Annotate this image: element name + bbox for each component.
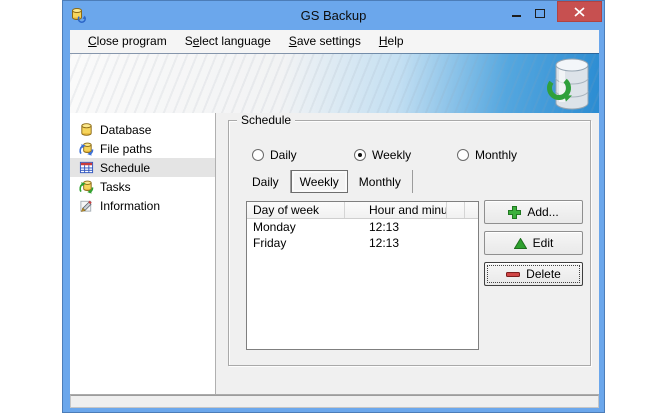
minus-icon: [506, 272, 520, 277]
table-row[interactable]: Friday 12:13: [247, 235, 478, 251]
column-header-filler: [465, 202, 478, 218]
button-label: Edit: [533, 236, 554, 250]
cell-day: Friday: [247, 236, 345, 250]
button-label: Delete: [526, 267, 561, 281]
app-window: GS Backup Close program Select language …: [62, 0, 605, 413]
sidebar-item-database[interactable]: Database: [70, 120, 215, 139]
triangle-up-icon: [514, 238, 527, 249]
edit-button[interactable]: Edit: [484, 231, 583, 255]
minimize-icon: [512, 15, 521, 17]
tab-monthly[interactable]: Monthly: [348, 170, 413, 193]
cell-time: 12:13: [345, 220, 447, 234]
tab-daily[interactable]: Daily: [241, 170, 291, 193]
close-button[interactable]: [557, 1, 602, 22]
column-header-hour-and-minute[interactable]: Hour and minute: [345, 202, 447, 218]
tasks-icon: [79, 179, 94, 194]
status-bar: [70, 395, 599, 408]
cell-time: 12:13: [345, 236, 447, 250]
window-controls: [504, 1, 602, 23]
tab-weekly[interactable]: Weekly: [291, 170, 348, 193]
table-row[interactable]: Monday 12:13: [247, 219, 478, 235]
cell-day: Monday: [247, 220, 345, 234]
button-label: Add...: [527, 205, 558, 219]
menu-item-select-language[interactable]: Select language: [176, 32, 280, 51]
radio-monthly[interactable]: Monthly: [457, 148, 517, 162]
plus-icon: [508, 206, 521, 219]
column-header-spacer[interactable]: [447, 202, 465, 218]
schedule-groupbox: Schedule Daily Weekly Monthly: [228, 120, 591, 366]
radio-label: Monthly: [475, 148, 517, 162]
radio-weekly[interactable]: Weekly: [354, 148, 411, 162]
radio-circle-icon: [457, 149, 469, 161]
radio-label: Weekly: [372, 148, 411, 162]
sidebar-item-label: File paths: [100, 142, 152, 156]
content-area: Database File paths: [70, 113, 599, 395]
schedule-table[interactable]: Day of week Hour and minute Monday 12:13…: [246, 201, 479, 350]
menu-item-help[interactable]: Help: [370, 32, 413, 51]
database-icon: [79, 122, 94, 137]
radio-daily[interactable]: Daily: [252, 148, 297, 162]
sidebar-item-file-paths[interactable]: File paths: [70, 139, 215, 158]
banner: [70, 53, 599, 113]
table-header: Day of week Hour and minute: [247, 202, 478, 219]
file-paths-icon: [79, 141, 94, 156]
maximize-icon: [535, 9, 545, 18]
sidebar-item-label: Tasks: [100, 180, 131, 194]
sidebar: Database File paths: [70, 113, 216, 394]
radio-circle-icon: [354, 149, 366, 161]
sidebar-item-tasks[interactable]: Tasks: [70, 177, 215, 196]
database-sync-logo-icon: [545, 57, 591, 111]
radio-label: Daily: [270, 148, 297, 162]
close-icon: [574, 7, 585, 17]
radio-circle-icon: [252, 149, 264, 161]
maximize-button[interactable]: [528, 1, 552, 23]
minimize-button[interactable]: [504, 1, 528, 23]
delete-button[interactable]: Delete: [484, 262, 583, 286]
main-panel: Schedule Daily Weekly Monthly: [216, 113, 599, 394]
schedule-icon: [79, 160, 94, 175]
sidebar-item-label: Database: [100, 123, 151, 137]
sidebar-item-schedule[interactable]: Schedule: [70, 158, 215, 177]
titlebar[interactable]: GS Backup: [63, 1, 604, 30]
sidebar-item-label: Schedule: [100, 161, 150, 175]
sidebar-item-label: Information: [100, 199, 160, 213]
groupbox-label: Schedule: [237, 113, 295, 128]
sidebar-item-information[interactable]: Information: [70, 196, 215, 215]
add-button[interactable]: Add...: [484, 200, 583, 224]
column-header-day-of-week[interactable]: Day of week: [247, 202, 345, 218]
menu-item-close-program[interactable]: Close program: [79, 32, 176, 51]
schedule-tabs: Daily Weekly Monthly: [241, 170, 413, 193]
menubar: Close program Select language Save setti…: [70, 30, 599, 53]
menu-item-save-settings[interactable]: Save settings: [280, 32, 370, 51]
information-icon: [79, 198, 94, 213]
